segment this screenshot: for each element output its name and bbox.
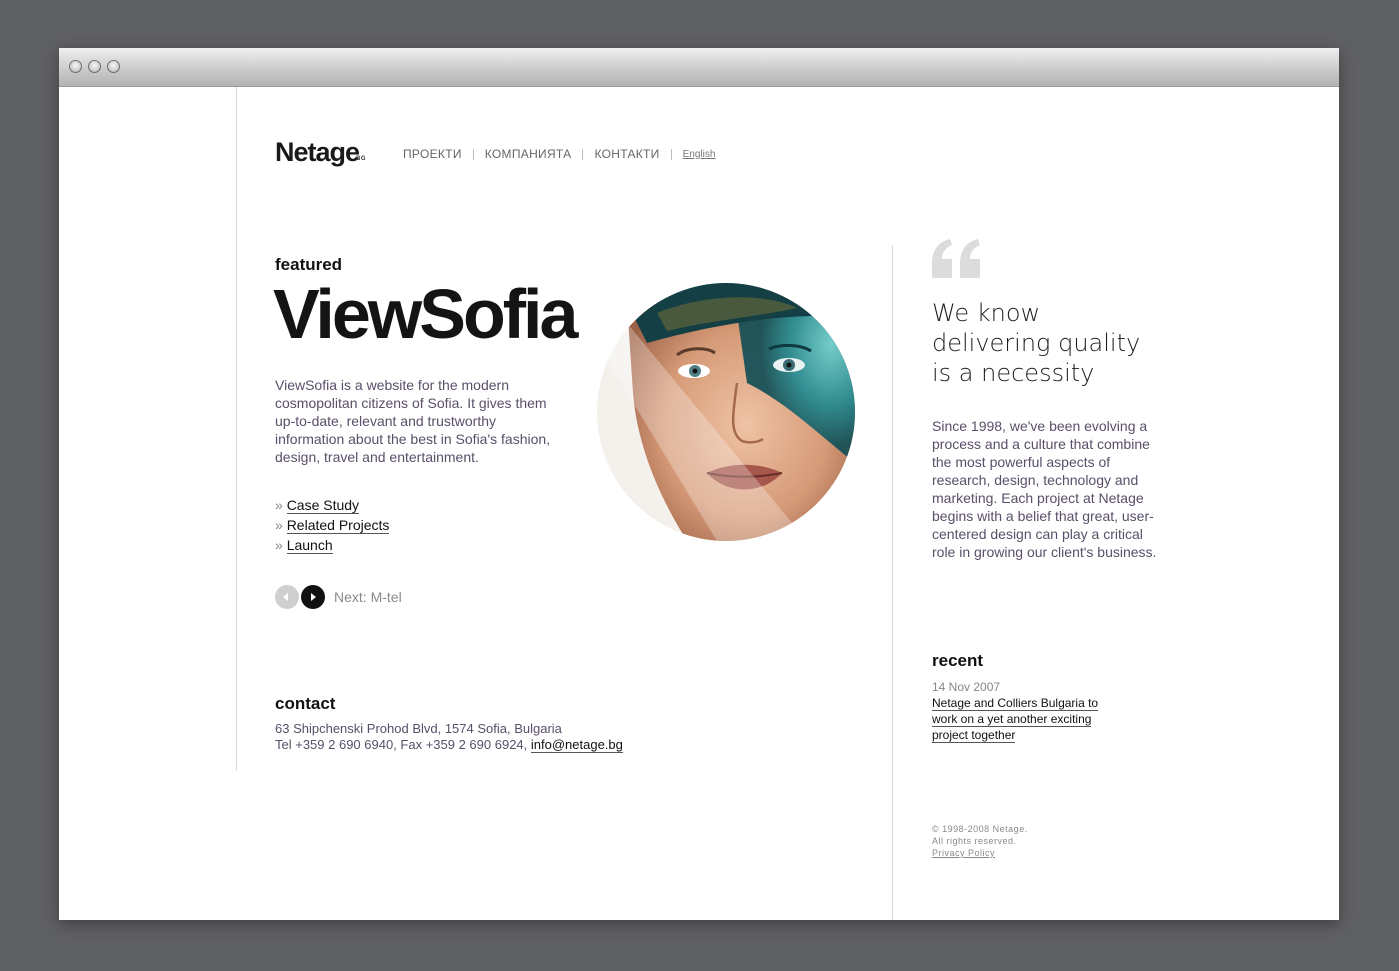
related-projects-link[interactable]: Related Projects xyxy=(286,517,390,534)
list-item: » Case Study xyxy=(275,495,389,515)
link-bullet: » xyxy=(275,497,283,513)
project-pager: Next: M-tel xyxy=(275,585,402,609)
language-switch-link[interactable]: English xyxy=(683,149,716,160)
nav-item-company[interactable]: КОМПАНИЯТА xyxy=(485,147,572,161)
list-item: » Launch xyxy=(275,535,389,555)
quote-icon xyxy=(932,239,980,278)
browser-window: Netage BG ПРОЕКТИ КОМПАНИЯТА КОНТАКТИ En… xyxy=(59,48,1339,920)
featured-kicker: featured xyxy=(275,255,343,274)
contact-details: 63 Shipchenski Prohod Blvd, 1574 Sofia, … xyxy=(275,721,623,753)
footer-rights: All rights reserved. xyxy=(932,836,1017,846)
window-minimize-button[interactable] xyxy=(88,60,101,73)
logo-suffix: BG xyxy=(356,156,366,162)
page-content: Netage BG ПРОЕКТИ КОМПАНИЯТА КОНТАКТИ En… xyxy=(59,87,1339,920)
launch-link[interactable]: Launch xyxy=(286,537,333,554)
nav-item-projects[interactable]: ПРОЕКТИ xyxy=(403,147,462,161)
featured-description: ViewSofia is a website for the modern co… xyxy=(275,377,551,465)
list-item: » Related Projects xyxy=(275,515,390,535)
featured-portrait-image[interactable] xyxy=(597,283,855,541)
about-text: Since 1998, we've been evolving a proces… xyxy=(932,418,1157,560)
recent-heading: recent xyxy=(932,651,984,670)
footer: © 1998-2008 Netage. All rights reserved.… xyxy=(932,823,1028,859)
nav-item-contacts[interactable]: КОНТАКТИ xyxy=(594,147,659,161)
arrow-left-icon xyxy=(283,593,288,601)
window-zoom-button[interactable] xyxy=(107,60,120,73)
link-bullet: » xyxy=(275,517,283,533)
contact-address: 63 Shipchenski Prohod Blvd, 1574 Sofia, … xyxy=(275,721,562,736)
main-nav: ПРОЕКТИ КОМПАНИЯТА КОНТАКТИ English xyxy=(403,147,715,161)
footer-copyright: © 1998-2008 Netage. xyxy=(932,824,1028,834)
right-divider xyxy=(892,245,893,920)
window-close-button[interactable] xyxy=(69,60,82,73)
contact-heading: contact xyxy=(275,694,336,713)
privacy-policy-link[interactable]: Privacy Policy xyxy=(932,847,1028,859)
contact-phones: Tel +359 2 690 6940, Fax +359 2 690 6924… xyxy=(275,737,531,752)
next-project-label[interactable]: Next: M-tel xyxy=(334,589,402,605)
arrow-right-icon xyxy=(311,593,316,601)
link-bullet: » xyxy=(275,537,283,553)
featured-title: ViewSofia xyxy=(273,275,578,353)
tagline-line: We know xyxy=(932,299,1041,327)
contact-phones-line: Tel +359 2 690 6940, Fax +359 2 690 6924… xyxy=(275,737,623,753)
next-project-button[interactable] xyxy=(301,585,325,609)
nav-separator xyxy=(472,148,474,160)
recent-news-link[interactable]: Netage and Colliers Bulgaria to work on … xyxy=(932,696,1099,743)
recent-news-item: Netage and Colliers Bulgaria to work on … xyxy=(932,695,1112,743)
tagline: We know delivering quality is a necessit… xyxy=(932,298,1140,388)
site-logo[interactable]: Netage xyxy=(275,137,360,168)
nav-separator xyxy=(582,148,584,160)
left-divider xyxy=(236,87,237,771)
nav-separator xyxy=(670,148,672,160)
featured-links: » Case Study » Related Projects » Launch xyxy=(275,495,390,555)
window-titlebar xyxy=(59,48,1339,87)
contact-email-link[interactable]: info@netage.bg xyxy=(530,737,623,753)
previous-project-button[interactable] xyxy=(275,585,299,609)
recent-date: 14 Nov 2007 xyxy=(932,680,1001,694)
tagline-line: delivering quality xyxy=(932,329,1141,357)
tagline-line: is a necessity xyxy=(932,359,1095,387)
case-study-link[interactable]: Case Study xyxy=(286,497,360,514)
